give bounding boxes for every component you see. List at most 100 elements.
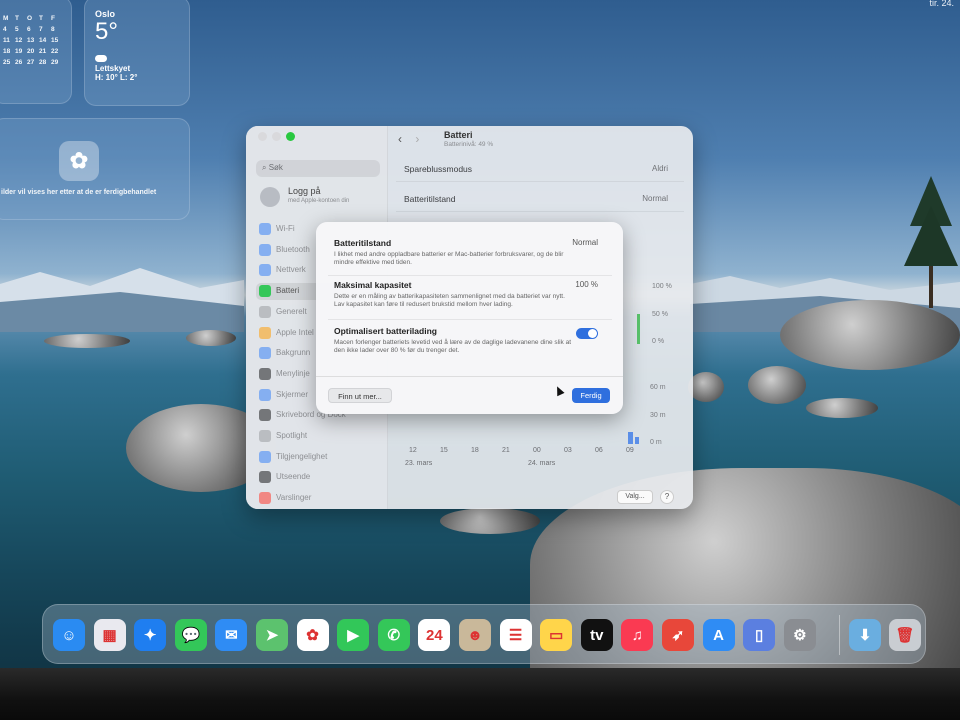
dock-app-glyph: ➤: [265, 627, 279, 644]
dock-app-glyph: ✆: [387, 627, 401, 644]
battery-health-dialog[interactable]: Batteritilstand Normal I likhet med andr…: [316, 222, 623, 414]
calendar-cell: 5: [15, 26, 19, 33]
close-window-button[interactable]: [258, 132, 267, 141]
back-arrow-icon[interactable]: ‹: [398, 132, 402, 146]
dock-app-photos[interactable]: ✿: [296, 619, 329, 651]
calendar-cell: 27: [27, 59, 35, 66]
login-subtitle: med Apple-kontoen din: [288, 198, 350, 204]
sidebar-item-spotlight[interactable]: Spotlight: [256, 428, 382, 445]
menubar-clock[interactable]: tir. 24.: [929, 0, 954, 8]
pine-tree: [904, 176, 958, 308]
chart-y-label: 60 m: [650, 384, 666, 391]
sidebar-item-label: Menylinje: [276, 368, 310, 378]
chart-x-tick: 09: [626, 447, 634, 454]
search-placeholder: Søk: [268, 163, 283, 172]
login-title: Logg på: [288, 186, 321, 196]
calendar-cell: 19: [15, 48, 23, 55]
options-button[interactable]: Valg...: [617, 490, 653, 504]
sidebar-item-icon: [259, 223, 271, 235]
apple-account-login[interactable]: Logg på med Apple-kontoen din: [256, 184, 384, 210]
zoom-window-button[interactable]: [286, 132, 295, 141]
sidebar-item-label: Nettverk: [276, 265, 306, 275]
page-title: Batteri: [444, 130, 473, 140]
chart-x-tick: 06: [595, 447, 603, 454]
calendar-widget[interactable]: M T O T F 4 5 6 7 8 11 12 13 14 15 18 19…: [0, 0, 72, 104]
done-button[interactable]: Ferdig: [572, 388, 610, 403]
dock-app-downloads[interactable]: ⬇: [849, 619, 881, 651]
calendar-cell: 28: [39, 59, 47, 66]
sidebar-item-label: Varslinger: [276, 493, 312, 503]
calendar-cell: 12: [15, 37, 23, 44]
sidebar-item-utseende[interactable]: Utseende: [256, 469, 382, 486]
chart-y-label: 0 %: [652, 338, 665, 345]
learn-more-button[interactable]: Finn ut mer...: [328, 388, 392, 403]
section-description: Macen forlenger batteriets levetid ved å…: [334, 339, 572, 354]
dock-app-facetime[interactable]: ▶: [337, 619, 370, 651]
dock-app-maps[interactable]: ➤: [256, 619, 288, 651]
weather-widget[interactable]: Oslo 5° Lettskyet H: 10° L: 2°: [84, 0, 190, 106]
dock-app-tv[interactable]: tv: [580, 619, 613, 651]
calendar-cell: 26: [15, 59, 23, 66]
dock-app-notes[interactable]: ▭: [540, 619, 573, 651]
rock: [780, 300, 960, 370]
search-field[interactable]: ⌕ Søk: [256, 160, 380, 177]
section-title: Maksimal kapasitet: [334, 280, 412, 290]
dock: ☺ ▦ ✦ 💬 ✉ ➤ ✿ ▶ ✆ 24 ☻ ☰ ▭ tv ♫ ➶ A ▯ ⚙ ⬇ 🗑: [42, 604, 926, 664]
dock-app-reminders[interactable]: ☰: [499, 619, 532, 651]
sidebar-item-icon: [259, 264, 271, 277]
dock-app-finder[interactable]: ☺: [53, 619, 85, 651]
dock-app-mail[interactable]: ✉: [215, 619, 248, 651]
minimize-window-button[interactable]: [272, 132, 281, 141]
dock-app-safari[interactable]: ✦: [134, 619, 167, 651]
dock-app-launchpad[interactable]: ▦: [93, 619, 126, 651]
dock-app-calendar[interactable]: 24: [418, 619, 451, 651]
battery-health-value: Normal: [642, 194, 668, 203]
dock-app-system-settings[interactable]: ⚙: [783, 619, 816, 651]
battery-level-bar: [637, 314, 640, 344]
sidebar-item-icon: [259, 305, 271, 318]
dock-app-glyph: ⬇: [858, 627, 872, 644]
sidebar-item-label: Bakgrunn: [276, 348, 311, 358]
sidebar-item-label: Wi-Fi: [276, 224, 295, 233]
usage-bar: [635, 437, 639, 444]
chart-x-tick: 12: [409, 447, 417, 454]
sidebar-item-icon: [259, 285, 271, 298]
chart-y-label: 0 m: [650, 439, 662, 446]
weather-high-low: H: 10° L: 2°: [95, 73, 138, 82]
forward-arrow-icon[interactable]: ›: [415, 132, 419, 146]
section-description: I likhet med andre oppladbare batterier …: [334, 251, 564, 266]
dock-app-glyph: 💬: [181, 627, 201, 644]
dock-app-app-store[interactable]: A: [702, 619, 735, 651]
dock-app-glyph: ▶: [347, 627, 359, 644]
dock-app-trash[interactable]: 🗑: [889, 619, 921, 651]
photos-icon: ✿: [59, 141, 99, 181]
calendar-cell: 11: [3, 37, 10, 44]
sidebar-item-label: Apple Intel: [276, 327, 314, 337]
dock-app-glyph: ♫: [631, 626, 644, 644]
low-power-mode-row[interactable]: Spareblussmodus Aldri: [396, 158, 684, 182]
dock-app-contacts[interactable]: ☻: [459, 619, 491, 651]
battery-level-subtitle: Batterinivå: 49 %: [444, 141, 494, 148]
sidebar-item-varslinger[interactable]: Varslinger: [256, 490, 382, 507]
dock-app-music[interactable]: ♫: [621, 619, 654, 651]
dialog-section-battery-health: Batteritilstand Normal I likhet med andr…: [328, 238, 612, 276]
sidebar-item-icon: [259, 492, 271, 505]
photos-widget[interactable]: ✿ ilder vil vises her etter at de er fer…: [0, 118, 190, 220]
chart-date-label: 24. mars: [528, 460, 556, 467]
battery-health-row[interactable]: Batteritilstand Normal: [396, 188, 684, 212]
calendar-cell: 20: [27, 48, 35, 55]
dock-app-glyph: ✦: [143, 627, 157, 644]
dock-app-rocket[interactable]: ➶: [662, 619, 694, 651]
help-button[interactable]: ?: [660, 490, 674, 504]
dock-app-messages[interactable]: 💬: [174, 619, 207, 651]
dock-app-iphone-mirroring[interactable]: ▯: [743, 619, 776, 651]
calendar-cell: 15: [51, 37, 59, 44]
sidebar-item-icon: [259, 471, 271, 484]
dock-app-phone[interactable]: ✆: [377, 619, 410, 651]
dock-app-glyph: ✿: [306, 627, 319, 644]
dock-app-glyph: ▦: [102, 627, 117, 644]
optimized-charging-toggle[interactable]: [576, 328, 598, 339]
calendar-cell: 18: [3, 48, 11, 55]
sidebar-item-tilgjengelighet[interactable]: Tilgjengelighet: [256, 449, 382, 466]
low-power-mode-select[interactable]: Aldri: [652, 164, 668, 173]
